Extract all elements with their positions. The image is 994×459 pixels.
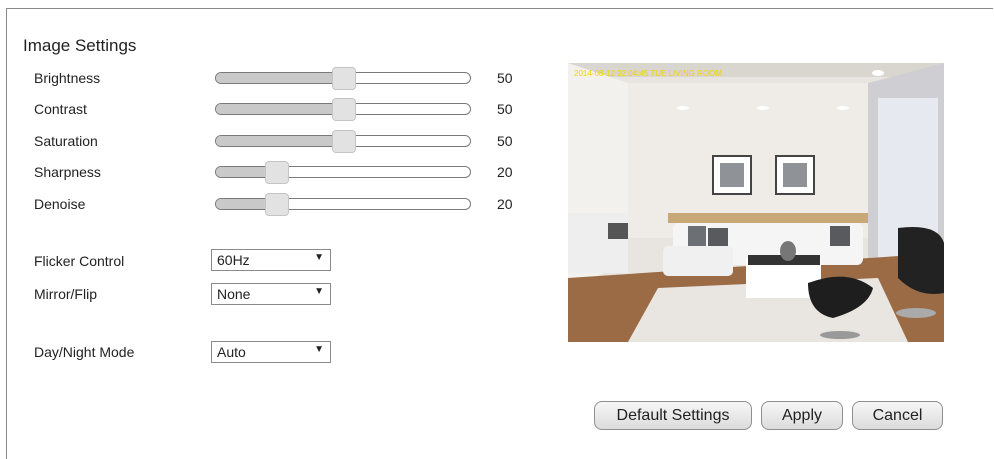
mirror-flip-label: Mirror/Flip [34,286,97,302]
denoise-value: 20 [497,196,513,212]
brightness-value: 50 [497,70,513,86]
brightness-slider-fill [216,73,344,83]
denoise-slider-thumb[interactable] [264,193,289,216]
brightness-label: Brightness [34,70,101,86]
day-night-mode-select[interactable]: Auto ▼ [211,341,331,363]
saturation-label: Saturation [34,133,98,149]
page-title: Image Settings [23,36,137,55]
contrast-value: 50 [497,101,513,117]
brightness-slider-thumb[interactable] [331,67,356,90]
flicker-control-label: Flicker Control [34,253,125,269]
sharpness-slider-thumb[interactable] [264,161,289,184]
mirror-flip-value: None [217,286,251,302]
contrast-slider-thumb[interactable] [331,98,356,121]
saturation-slider-thumb[interactable] [331,130,356,153]
timestamp-overlay: 2014-08-12 02:04:45 TUE LIVING ROOM [574,69,722,78]
living-room-image [568,63,944,342]
contrast-label: Contrast [34,101,87,117]
dropdown-arrow-icon: ▼ [314,344,324,355]
cancel-button[interactable]: Cancel [852,401,943,430]
saturation-value: 50 [497,133,513,149]
brightness-slider[interactable] [215,67,471,90]
denoise-slider[interactable] [215,193,471,216]
sharpness-slider[interactable] [215,161,471,184]
default-settings-button[interactable]: Default Settings [594,401,752,430]
sharpness-value: 20 [497,164,513,180]
apply-button[interactable]: Apply [761,401,843,430]
contrast-slider-fill [216,104,344,114]
day-night-mode-label: Day/Night Mode [34,344,135,360]
camera-preview: 2014-08-12 02:04:45 TUE LIVING ROOM [568,63,944,342]
dropdown-arrow-icon: ▼ [314,252,324,263]
saturation-slider-fill [216,136,344,146]
flicker-control-select[interactable]: 60Hz ▼ [211,249,331,271]
mirror-flip-select[interactable]: None ▼ [211,283,331,305]
flicker-control-value: 60Hz [217,252,250,268]
dropdown-arrow-icon: ▼ [314,286,324,297]
denoise-label: Denoise [34,196,86,212]
contrast-slider[interactable] [215,98,471,121]
day-night-mode-value: Auto [217,344,246,360]
sharpness-label: Sharpness [34,164,101,180]
saturation-slider[interactable] [215,130,471,153]
